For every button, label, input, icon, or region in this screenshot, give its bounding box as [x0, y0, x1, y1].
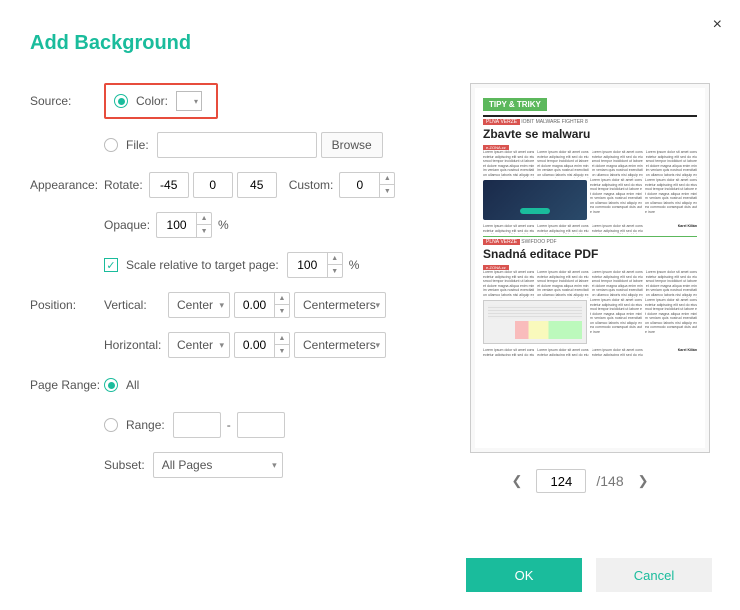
next-page-icon[interactable]: ❯: [634, 469, 653, 493]
pagerange-label: Page Range:: [30, 378, 104, 392]
scale-label: Scale relative to target page:: [126, 258, 279, 272]
range-to-input[interactable]: [237, 412, 285, 438]
ok-button[interactable]: OK: [466, 558, 582, 592]
page-input[interactable]: [536, 469, 586, 493]
preview-box: TIPY & TRIKY PLNÁ VERZE IOBIT MALWARE FI…: [470, 83, 710, 453]
rotate-45[interactable]: [237, 172, 277, 198]
opaque-label: Opaque:: [104, 218, 150, 232]
vertical-offset-spinner[interactable]: ▲▼: [234, 292, 290, 318]
range-label: Range:: [126, 418, 165, 432]
vertical-label: Vertical:: [104, 298, 168, 312]
preview-screenshot-1: [483, 180, 587, 220]
position-label: Position:: [30, 298, 104, 312]
custom-spinner[interactable]: ▲▼: [339, 172, 395, 198]
range-from-input[interactable]: [173, 412, 221, 438]
percent-label: %: [218, 218, 229, 232]
custom-label: Custom:: [289, 178, 334, 192]
browse-button[interactable]: Browse: [321, 132, 383, 158]
article-tag-2: PLNÁ VERZE: [483, 239, 520, 245]
appearance-label: Appearance:: [30, 178, 104, 192]
rotate-0[interactable]: [193, 172, 233, 198]
rotate-label: Rotate:: [104, 178, 143, 192]
preview-banner: TIPY & TRIKY: [483, 98, 547, 111]
color-label: Color:: [136, 94, 168, 108]
article-tag-1: PLNÁ VERZE: [483, 119, 520, 125]
subset-select[interactable]: All Pages: [153, 452, 283, 478]
headline-2: Snadná editace PDF: [483, 247, 697, 261]
preview-panel: TIPY & TRIKY PLNÁ VERZE IOBIT MALWARE FI…: [450, 83, 710, 493]
rotate-m45[interactable]: [149, 172, 189, 198]
opaque-spinner[interactable]: ▲▼: [156, 212, 212, 238]
horizontal-offset-spinner[interactable]: ▲▼: [234, 332, 290, 358]
horizontal-label: Horizontal:: [104, 338, 168, 352]
color-option-highlight: Color:: [104, 83, 218, 119]
horizontal-unit-select[interactable]: Centermeters: [294, 332, 386, 358]
settings-panel: Source: Color: File: Browse Appearance: …: [30, 83, 430, 493]
chevron-down-icon: ▼: [380, 185, 394, 197]
file-label: File:: [126, 138, 149, 152]
radio-all[interactable]: [104, 378, 118, 392]
radio-range[interactable]: [104, 418, 118, 432]
close-icon[interactable]: ×: [713, 16, 722, 34]
page-total: /148: [596, 473, 623, 489]
radio-file[interactable]: [104, 138, 118, 152]
cancel-button[interactable]: Cancel: [596, 558, 712, 592]
vertical-align-select[interactable]: Center: [168, 292, 230, 318]
all-label: All: [126, 378, 139, 392]
chevron-up-icon: ▲: [380, 173, 394, 185]
vertical-unit-select[interactable]: Centermeters: [294, 292, 386, 318]
dialog-title: Add Background: [0, 0, 740, 55]
color-picker[interactable]: [176, 91, 202, 111]
preview-screenshot-2: [483, 300, 587, 344]
horizontal-align-select[interactable]: Center: [168, 332, 230, 358]
file-input[interactable]: [157, 132, 317, 158]
preview-page: TIPY & TRIKY PLNÁ VERZE IOBIT MALWARE FI…: [475, 88, 705, 448]
headline-1: Zbavte se malwaru: [483, 127, 697, 141]
page-navigator: ❮ /148 ❯: [450, 469, 710, 493]
subset-label: Subset:: [104, 458, 145, 472]
scale-checkbox[interactable]: ✓: [104, 258, 118, 272]
scale-spinner[interactable]: ▲▼: [287, 252, 343, 278]
radio-color[interactable]: [114, 94, 128, 108]
prev-page-icon[interactable]: ❮: [507, 469, 526, 493]
source-label: Source:: [30, 94, 104, 108]
